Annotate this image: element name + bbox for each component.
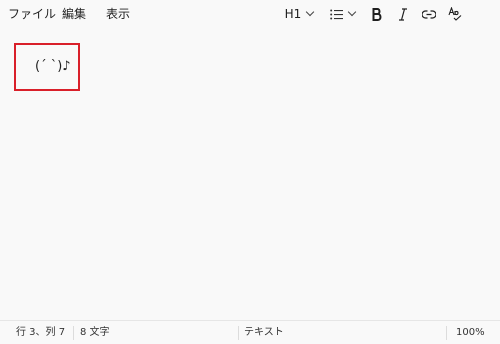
bold-button[interactable] xyxy=(368,4,386,24)
status-divider xyxy=(446,326,447,340)
italic-button[interactable] xyxy=(394,4,412,24)
menu-file[interactable]: ファイル xyxy=(8,6,56,22)
character-count: 8 文字 xyxy=(80,327,110,338)
chevron-down-icon xyxy=(306,7,315,17)
list-dropdown[interactable] xyxy=(327,4,357,24)
menu-bar: ファイル 編集 表示 H1 xyxy=(0,0,500,28)
menu-view[interactable]: 表示 xyxy=(106,6,130,22)
status-divider xyxy=(238,326,239,340)
heading-label: H1 xyxy=(284,7,302,21)
zoom-level[interactable]: 100% xyxy=(456,327,485,339)
bold-icon xyxy=(372,7,382,21)
link-icon xyxy=(422,9,436,19)
list-icon xyxy=(329,9,343,19)
heading-dropdown[interactable]: H1 xyxy=(282,4,316,24)
cursor-position: 行 3、列 7 xyxy=(16,327,66,338)
editor-text[interactable]: (´ `)♪ xyxy=(35,59,71,75)
menu-edit[interactable]: 編集 xyxy=(62,6,86,22)
link-button[interactable] xyxy=(419,4,439,24)
italic-icon xyxy=(399,7,407,21)
notepad-window: ファイル 編集 表示 H1 (´ `)♪ 行 3、列 7 8 文字 テキスト 1… xyxy=(0,0,500,344)
file-type: テキスト xyxy=(244,327,284,338)
status-bar: 行 3、列 7 8 文字 テキスト 100% xyxy=(0,320,500,344)
spellcheck-button[interactable] xyxy=(445,4,465,24)
spellcheck-icon xyxy=(448,7,462,21)
chevron-down-icon xyxy=(347,7,356,17)
status-divider xyxy=(73,326,74,340)
